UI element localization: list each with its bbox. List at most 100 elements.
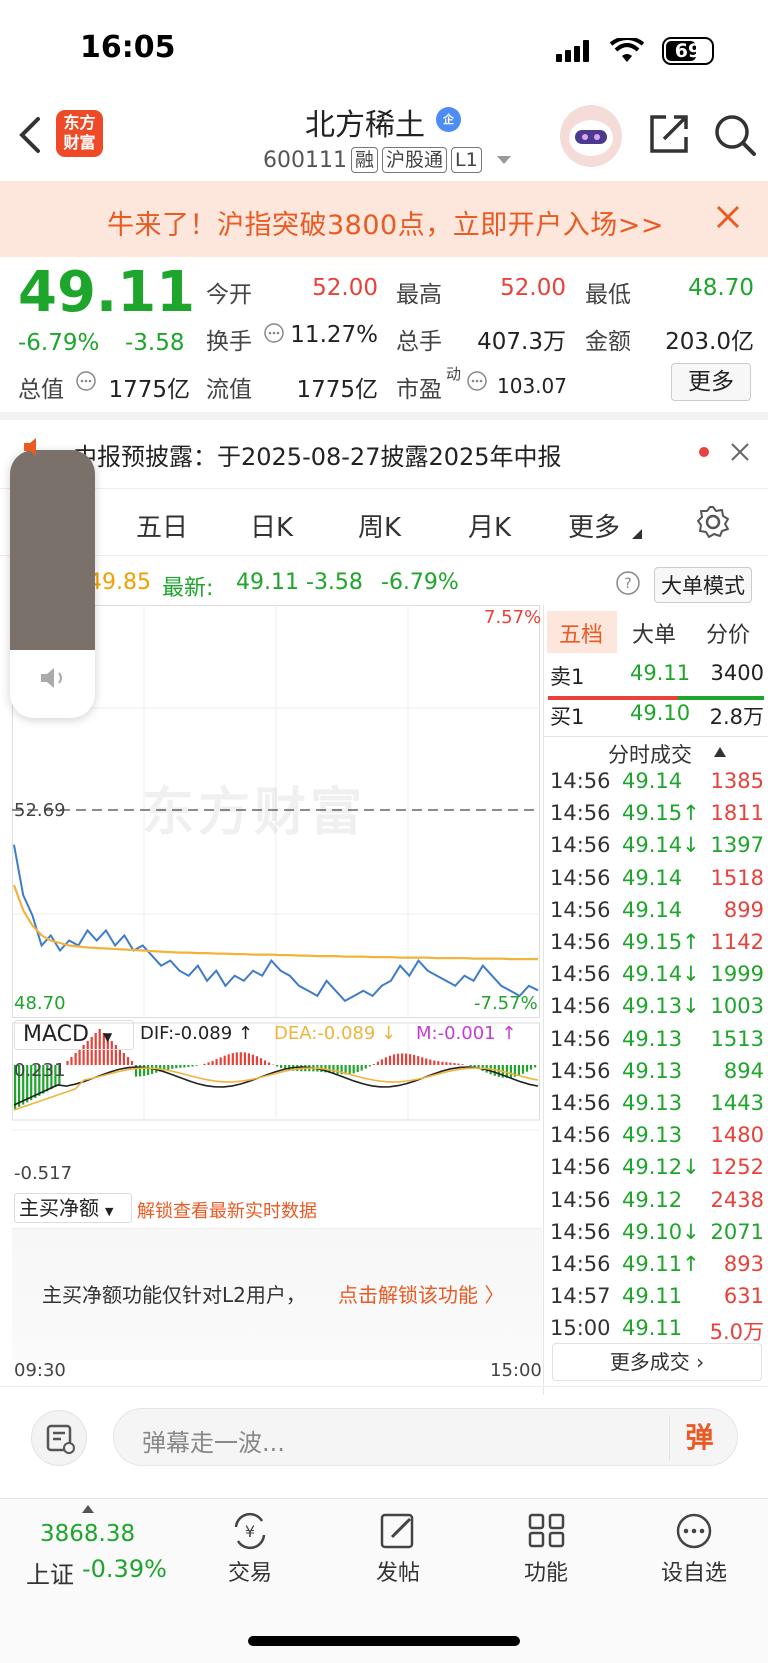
sell1-row: 卖1 49.11 3400 (548, 661, 764, 693)
signal-icon (556, 40, 592, 62)
close-icon[interactable] (712, 201, 744, 233)
divider (544, 736, 768, 737)
tick-price: 49.14↓ (622, 962, 700, 987)
promo-banner-text[interactable]: 牛来了！沪指突破3800点，立即开户入场>> (107, 203, 664, 242)
wifi-icon (610, 38, 644, 62)
notice-text[interactable]: 中报预披露：于2025-08-27披露2025年中报 (73, 437, 562, 472)
stock-code-row[interactable]: 600111 融 沪股通 L1 (263, 147, 512, 173)
info-icon[interactable] (263, 322, 285, 344)
tick-price: 49.11↑ (622, 1252, 700, 1276)
tick-time: 14:56 (550, 1155, 611, 1180)
tick-row: 14:56 49.12 2438 (548, 1188, 764, 1220)
macd-bar (449, 1062, 452, 1065)
nav-add-watchlist[interactable]: 设自选 (644, 1511, 744, 1587)
info-icon[interactable] (75, 370, 97, 392)
tick-row: 14:56 49.14 1385 (548, 769, 764, 801)
macd-bar (255, 1056, 258, 1065)
change-pct: -6.79% (18, 330, 100, 356)
tab-month-k[interactable]: 月K (468, 507, 511, 544)
back-icon[interactable] (16, 115, 46, 155)
macd-bar (231, 1053, 234, 1065)
macd-bar (207, 1062, 210, 1065)
caret-up-icon[interactable] (82, 1505, 94, 1513)
macd-bar (179, 1065, 182, 1068)
index-name[interactable]: 上证 (26, 1555, 74, 1590)
search-icon[interactable] (713, 113, 757, 157)
info-icon[interactable] (466, 370, 488, 392)
more-button[interactable]: 更多 (671, 363, 751, 401)
nav-functions[interactable]: 功能 (496, 1511, 596, 1587)
macd-bar (429, 1059, 432, 1065)
macd-bar (433, 1060, 436, 1065)
tab-five-day[interactable]: 五日 (136, 507, 188, 544)
tab-big-orders[interactable]: 大单 (632, 617, 676, 649)
tick-price: 49.13 (622, 1026, 683, 1051)
volume-level[interactable] (10, 450, 95, 650)
buy1-price: 49.10 (630, 701, 691, 725)
macd-bar (239, 1052, 242, 1065)
comment-list-button[interactable] (31, 1410, 87, 1466)
l2-unlock-link[interactable]: 点击解锁该功能 〉 (338, 1279, 504, 1308)
volume-popup[interactable] (10, 450, 95, 718)
danmu-toggle-button[interactable]: 弹 (669, 1415, 729, 1461)
tab-week-k[interactable]: 周K (358, 507, 401, 544)
ai-assistant-avatar[interactable] (560, 105, 622, 167)
tab-day-k[interactable]: 日K (250, 507, 293, 544)
prev-close-label: 52.69 (14, 800, 66, 821)
tag-margin: 融 (350, 147, 378, 173)
watermark: 东方财富 (142, 783, 367, 843)
tick-price: 49.13 (622, 1058, 683, 1083)
buy1-label: 买1 (550, 705, 585, 729)
tick-price: 49.10↓ (622, 1219, 700, 1244)
amount-value: 203.0亿 (665, 329, 754, 355)
macd-bar (360, 1065, 363, 1071)
tick-row: 14:56 49.11↑ 893 (548, 1252, 764, 1284)
more-ticks-button[interactable]: 更多成交 › (552, 1343, 762, 1381)
tick-price: 49.13 (622, 1091, 683, 1115)
tick-time: 14:56 (550, 962, 611, 987)
macd-bar (74, 1053, 77, 1065)
macd-bar (441, 1061, 444, 1065)
tab-more[interactable]: 更多 (568, 507, 620, 544)
float-label: 流值 (206, 377, 252, 403)
help-icon[interactable]: ? (615, 570, 641, 596)
gear-icon[interactable] (696, 505, 730, 539)
unlock-link[interactable]: 解锁查看最新实时数据 (137, 1197, 317, 1223)
index-pct[interactable]: -0.39% (82, 1555, 167, 1583)
grid-icon (528, 1513, 565, 1548)
big-order-mode-button[interactable]: 大单模式 (654, 567, 752, 603)
macd-bar (396, 1053, 400, 1065)
macd-bar (405, 1053, 408, 1065)
ticks-header[interactable]: 分时成交 (608, 739, 692, 769)
tick-volume: 1443 (710, 1091, 764, 1115)
share-icon[interactable] (648, 113, 690, 155)
tick-row: 14:56 49.15↑ 1811 (548, 801, 764, 833)
trade-icon: ¥ (234, 1512, 266, 1550)
tick-volume: 1003 (710, 994, 764, 1019)
chevron-down-icon (496, 156, 511, 164)
netbuy-select[interactable]: 主买净额 ▼ (14, 1193, 132, 1223)
index-value[interactable]: 3868.38 (40, 1521, 135, 1547)
tick-row: 14:57 49.11 631 (548, 1284, 764, 1316)
volume-label: 总手 (396, 329, 442, 355)
macd-bar (352, 1065, 355, 1074)
chart-period-tabs: 五日 日K 周K 月K 更多 (0, 488, 768, 556)
tick-price: 49.11 (622, 1284, 683, 1309)
svg-text:¥: ¥ (245, 1522, 255, 1541)
tab-price-dist[interactable]: 分价 (706, 617, 750, 649)
nav-trade[interactable]: ¥ 交易 (200, 1511, 300, 1587)
macd-top-label: 0.231 (14, 1060, 66, 1081)
macd-bar (417, 1056, 420, 1065)
macd-bar (356, 1065, 359, 1073)
tab-five-levels[interactable]: 五档 (559, 617, 603, 649)
close-icon[interactable] (728, 440, 752, 464)
nav-post[interactable]: 发帖 (348, 1511, 448, 1587)
open-value: 52.00 (312, 275, 378, 301)
tick-volume: 631 (723, 1284, 764, 1309)
promo-banner[interactable]: 牛来了！沪指突破3800点，立即开户入场>> (0, 181, 768, 257)
macd-bar (122, 1053, 125, 1065)
tick-volume: 899 (723, 897, 764, 922)
danmu-input[interactable]: 弹幕走一波... 弹 (113, 1408, 738, 1466)
tick-time: 14:56 (550, 897, 611, 922)
macd-select[interactable]: MACD ▼ (14, 1020, 134, 1050)
